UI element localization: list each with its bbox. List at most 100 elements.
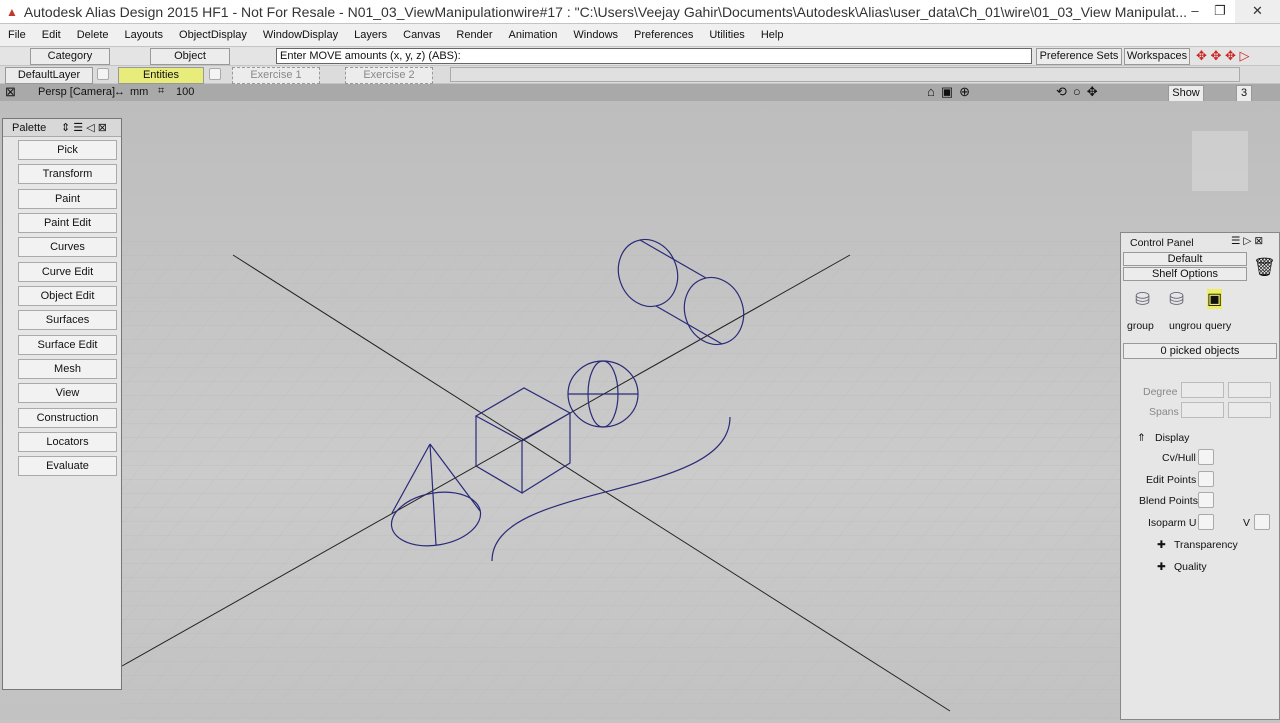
show-button[interactable]: Show [1168,85,1204,102]
isoparm-u-checkbox[interactable] [1198,514,1214,530]
tumble-pan-icon[interactable]: ⟲○✥ [1056,84,1104,100]
degree-label: Degree [1143,386,1178,398]
palette-evaluate[interactable]: Evaluate [18,456,117,476]
ungroup-icon[interactable]: ⛁ [1169,289,1184,310]
expand-quality-icon[interactable]: ✚ [1157,561,1166,573]
workspaces-button[interactable]: Workspaces [1124,48,1190,65]
prompt-input[interactable]: Enter MOVE amounts (x, y, z) (ABS): [276,48,1032,64]
menu-delete[interactable]: Delete [69,29,117,41]
palette-pick[interactable]: Pick [18,140,117,160]
ground-grid [120,241,1120,720]
edit-points-label: Edit Points [1146,474,1197,486]
isoparm-v-label: V [1243,517,1251,529]
menu-layouts[interactable]: Layouts [117,29,172,41]
palette-surface-edit[interactable]: Surface Edit [18,335,117,355]
layer-exercise2[interactable]: Exercise 2 [345,67,433,84]
cv-hull-checkbox[interactable] [1198,449,1214,465]
control-panel: Control Panel ☰ ▷ ⊠ Default Shelf Option… [1120,232,1280,720]
preference-sets-button[interactable]: Preference Sets [1036,48,1122,65]
palette-header: Palette ⇕ ☰ ◁ ⊠ [3,119,121,137]
palette-mesh[interactable]: Mesh [18,359,117,379]
palette-paint-edit[interactable]: Paint Edit [18,213,117,233]
shelf-item-group[interactable]: group [1127,320,1154,332]
category-button[interactable]: Category [30,48,110,65]
isoparm-u-label: Isoparm U [1148,517,1197,529]
menu-file[interactable]: File [0,29,34,41]
scene-wireframe [120,131,1248,720]
camera-tools-icon[interactable]: ⌂▣⊕ [927,84,976,100]
viewcube-icon[interactable] [1192,131,1248,191]
menu-windowdisplay[interactable]: WindowDisplay [255,29,346,41]
blend-points-label: Blend Points [1139,495,1198,507]
viewport-header: ⊠ Persp [Camera] ↔ mm ⌗ 100 ⌂▣⊕ ⟲○✥ Show… [0,84,1280,102]
degree-field-1[interactable] [1181,382,1224,398]
palette-object-edit[interactable]: Object Edit [18,286,117,306]
layout-number-button[interactable]: 3 [1236,85,1252,102]
preset-dropdown[interactable]: Default [1123,252,1247,266]
layer-exercise1[interactable]: Exercise 1 [232,67,320,84]
expand-transparency-icon[interactable]: ✚ [1157,539,1166,551]
viewport-canvas[interactable] [0,101,1280,720]
title-bar: ▲ Autodesk Alias Design 2015 HF1 - Not F… [0,0,1280,23]
trash-icon[interactable]: 🗑 [1253,257,1276,278]
object-button[interactable]: Object [150,48,230,65]
quality-section[interactable]: Quality [1174,561,1207,573]
cv-hull-label: Cv/Hull [1162,452,1196,464]
transparency-section[interactable]: Transparency [1174,539,1238,551]
palette-view[interactable]: View [18,383,117,403]
layer-default[interactable]: DefaultLayer [5,67,93,84]
palette-locators[interactable]: Locators [18,432,117,452]
blend-points-checkbox[interactable] [1198,492,1214,508]
window-title: Autodesk Alias Design 2015 HF1 - Not For… [23,3,1188,20]
palette-transform[interactable]: Transform [18,164,117,184]
palette-curves[interactable]: Curves [18,237,117,257]
spans-field-1[interactable] [1181,402,1224,418]
menu-animation[interactable]: Animation [501,29,566,41]
edit-points-checkbox[interactable] [1198,471,1214,487]
shelf-options-dropdown[interactable]: Shelf Options [1123,267,1247,281]
degree-field-2[interactable] [1228,382,1271,398]
isoparm-v-checkbox[interactable] [1254,514,1270,530]
palette-paint[interactable]: Paint [18,189,117,209]
control-panel-title: Control Panel [1130,237,1194,249]
display-section[interactable]: Display [1155,432,1189,444]
grid-size-label: 100 [176,86,195,98]
palette-controls-icon[interactable]: ⇕ ☰ ◁ ⊠ [61,119,107,137]
palette-construction[interactable]: Construction [18,408,117,428]
menu-utilities[interactable]: Utilities [701,29,752,41]
palette-curve-edit[interactable]: Curve Edit [18,262,117,282]
picked-objects-dropdown[interactable]: 0 picked objects [1123,343,1277,359]
shelf-item-ungroup[interactable]: ungrou [1169,320,1202,332]
units-icon: ↔ [114,86,125,98]
autodesk-logo-icon: ▲ [6,4,18,19]
menu-layers[interactable]: Layers [346,29,395,41]
menu-objectdisplay[interactable]: ObjectDisplay [171,29,255,41]
menu-preferences[interactable]: Preferences [626,29,701,41]
restore-button[interactable]: ❐ [1205,0,1235,23]
menu-edit[interactable]: Edit [34,29,69,41]
grid-icon: ⌗ [158,85,165,97]
palette-surfaces[interactable]: Surfaces [18,310,117,330]
control-panel-controls-icon[interactable]: ☰ ▷ ⊠ [1231,235,1263,247]
units-label: mm [130,86,149,98]
layer-bar: DefaultLayer Entities Exercise 1 Exercis… [0,66,1280,84]
menu-render[interactable]: Render [448,29,500,41]
layer-entities[interactable]: Entities [118,67,204,84]
layer-default-checkbox[interactable] [97,68,109,80]
prompt-bar: Category Object Enter MOVE amounts (x, y… [0,47,1280,65]
menu-windows[interactable]: Windows [565,29,626,41]
spans-field-2[interactable] [1228,402,1271,418]
close-button[interactable]: ✕ [1235,0,1280,23]
layer-entities-checkbox[interactable] [209,68,221,80]
query-icon[interactable]: ▣ [1207,289,1223,309]
menu-canvas[interactable]: Canvas [395,29,448,41]
camera-label: Persp [Camera] [38,86,116,98]
group-icon[interactable]: ⛁ [1135,289,1150,310]
menu-help[interactable]: Help [753,29,792,41]
shelf-tools-icon[interactable]: ✥ ✥ ✥ ▷ [1196,48,1250,64]
palette-panel: Palette ⇕ ☰ ◁ ⊠ Pick Transform Paint Pain… [2,118,122,690]
palette-title: Palette [12,122,47,134]
shelf-item-query[interactable]: query [1205,320,1231,332]
maximize-view-icon[interactable]: ⊠ [5,84,16,100]
collapse-display-icon[interactable]: ⇑ [1137,432,1146,444]
